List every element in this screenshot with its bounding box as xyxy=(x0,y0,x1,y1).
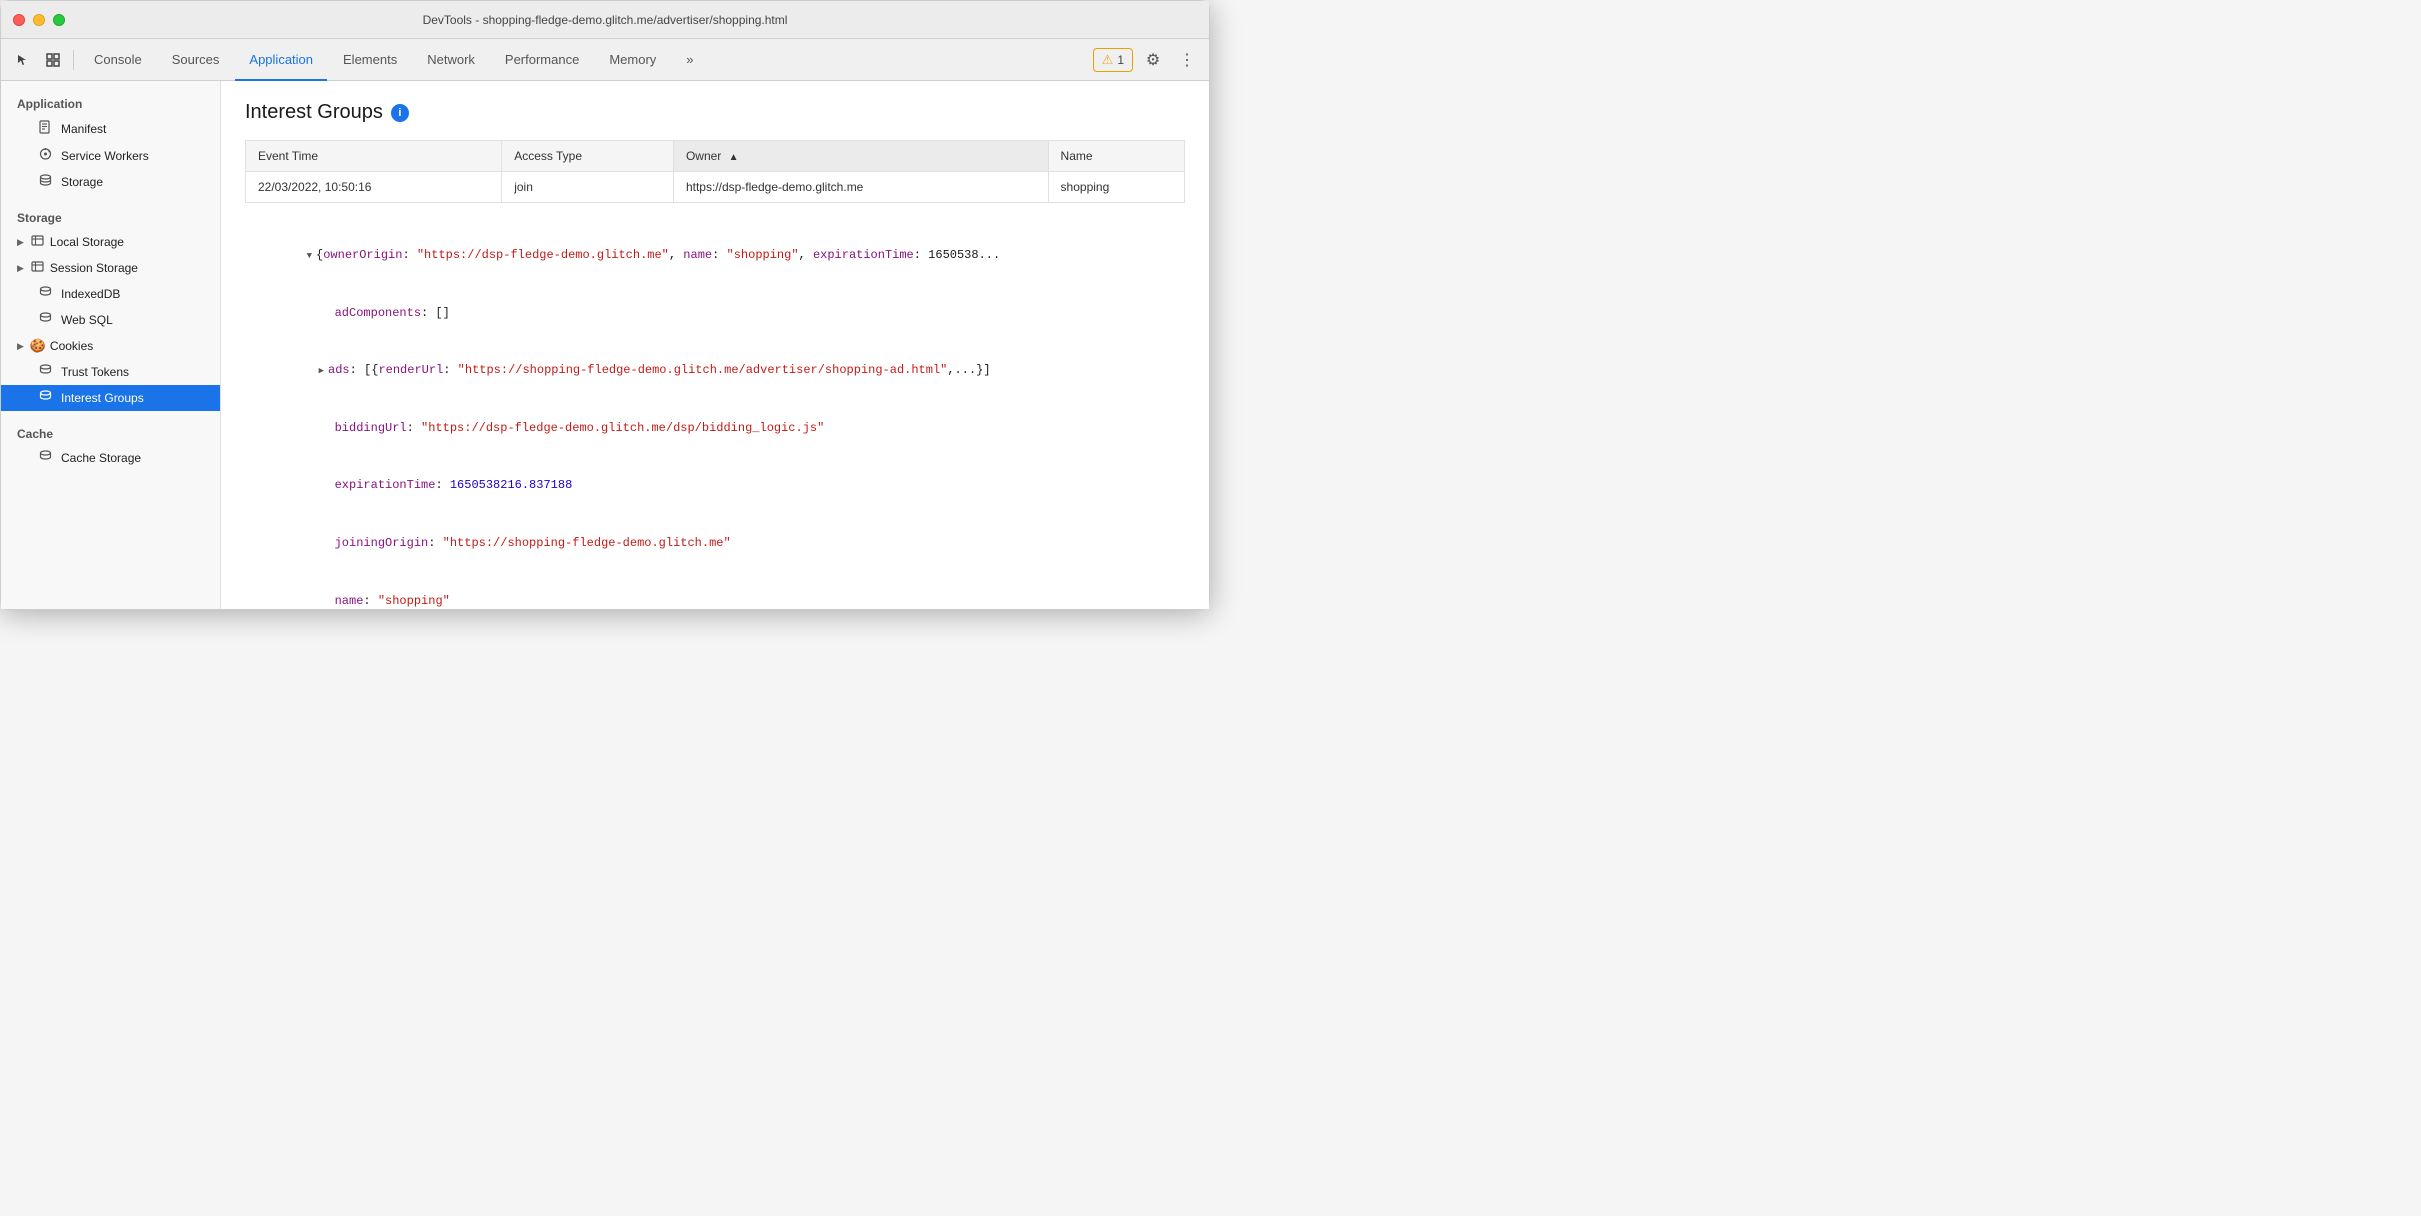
expand-root-triangle[interactable]: ▼ xyxy=(307,251,312,261)
json-line-6: joiningOrigin: "https://shopping-fledge-… xyxy=(245,515,1185,573)
storage-label: Storage xyxy=(61,175,103,189)
cell-owner: https://dsp-fledge-demo.glitch.me xyxy=(673,172,1048,203)
json-line-1: ▼{ownerOrigin: "https://dsp-fledge-demo.… xyxy=(245,227,1185,285)
interest-groups-icon xyxy=(37,390,53,406)
cursor-icon-button[interactable] xyxy=(9,46,37,74)
warning-badge[interactable]: ⚠ 1 xyxy=(1093,48,1133,72)
service-workers-label: Service Workers xyxy=(61,149,149,163)
sidebar-item-indexeddb[interactable]: IndexedDB xyxy=(1,281,220,307)
local-storage-icon xyxy=(30,234,46,250)
tab-more[interactable]: » xyxy=(672,39,707,81)
expand-session-storage-arrow: ▶ xyxy=(17,263,24,274)
sidebar-item-interest-groups[interactable]: Interest Groups xyxy=(1,385,220,411)
close-button[interactable] xyxy=(13,14,25,26)
sidebar-item-trust-tokens[interactable]: Trust Tokens xyxy=(1,359,220,385)
tab-performance[interactable]: Performance xyxy=(491,39,593,81)
sidebar-item-service-workers[interactable]: Service Workers xyxy=(1,142,220,169)
tab-network[interactable]: Network xyxy=(413,39,489,81)
main-layout: Application Manifest xyxy=(1,81,1209,609)
content-area: Interest Groups i Event Time Access Type… xyxy=(221,81,1209,609)
json-detail-viewer: ▼{ownerOrigin: "https://dsp-fledge-demo.… xyxy=(245,219,1185,609)
expand-cookies-arrow: ▶ xyxy=(17,341,24,352)
json-line-5: expirationTime: 1650538216.837188 xyxy=(245,457,1185,515)
json-line-3: ▶ads: [{renderUrl: "https://shopping-fle… xyxy=(245,342,1185,400)
toolbar-divider xyxy=(73,50,74,70)
sidebar-item-manifest[interactable]: Manifest xyxy=(1,115,220,142)
warning-icon: ⚠ xyxy=(1102,52,1114,68)
web-sql-icon xyxy=(37,312,53,328)
minimize-button[interactable] xyxy=(33,14,45,26)
session-storage-icon xyxy=(30,260,46,276)
json-line-7: name: "shopping" xyxy=(245,572,1185,609)
content-title: Interest Groups i xyxy=(245,101,1185,124)
settings-button[interactable]: ⚙ xyxy=(1139,46,1167,74)
indexeddb-label: IndexedDB xyxy=(61,287,120,301)
sidebar-section-storage: Storage xyxy=(1,203,220,229)
interest-groups-table: Event Time Access Type Owner ▲ Name xyxy=(245,140,1185,203)
sidebar-item-storage[interactable]: Storage xyxy=(1,169,220,195)
sidebar: Application Manifest xyxy=(1,81,221,609)
info-icon[interactable]: i xyxy=(391,104,409,122)
expand-local-storage-arrow: ▶ xyxy=(17,237,24,248)
storage-icon xyxy=(37,174,53,190)
indexeddb-icon xyxy=(37,286,53,302)
traffic-lights xyxy=(13,14,65,26)
json-line-4: biddingUrl: "https://dsp-fledge-demo.gli… xyxy=(245,400,1185,458)
web-sql-label: Web SQL xyxy=(61,313,113,327)
page-title: Interest Groups xyxy=(245,101,383,124)
tab-application[interactable]: Application xyxy=(235,39,327,81)
inspect-icon-button[interactable] xyxy=(39,46,67,74)
cookies-label: Cookies xyxy=(50,339,93,353)
toolbar: Console Sources Application Elements Net… xyxy=(1,39,1209,81)
col-name[interactable]: Name xyxy=(1048,141,1184,172)
trust-tokens-icon xyxy=(37,364,53,380)
cell-event-time: 22/03/2022, 10:50:16 xyxy=(246,172,502,203)
tab-console[interactable]: Console xyxy=(80,39,156,81)
cell-access-type: join xyxy=(502,172,674,203)
sidebar-item-cookies[interactable]: ▶ 🍪 Cookies xyxy=(1,333,220,359)
local-storage-label: Local Storage xyxy=(50,235,124,249)
sidebar-section-application: Application xyxy=(1,89,220,115)
table-row[interactable]: 22/03/2022, 10:50:16 join https://dsp-fl… xyxy=(246,172,1185,203)
maximize-button[interactable] xyxy=(53,14,65,26)
col-event-time[interactable]: Event Time xyxy=(246,141,502,172)
col-owner[interactable]: Owner ▲ xyxy=(673,141,1048,172)
trust-tokens-label: Trust Tokens xyxy=(61,365,129,379)
tab-elements[interactable]: Elements xyxy=(329,39,411,81)
cell-name: shopping xyxy=(1048,172,1184,203)
sidebar-item-cache-storage[interactable]: Cache Storage xyxy=(1,445,220,471)
manifest-icon xyxy=(37,120,53,137)
more-options-button[interactable]: ⋮ xyxy=(1173,46,1201,74)
col-access-type[interactable]: Access Type xyxy=(502,141,674,172)
manifest-label: Manifest xyxy=(61,122,106,136)
cookies-icon: 🍪 xyxy=(30,338,46,354)
sidebar-item-local-storage[interactable]: ▶ Local Storage xyxy=(1,229,220,255)
sort-arrow-icon: ▲ xyxy=(729,152,739,163)
cache-storage-icon xyxy=(37,450,53,466)
cache-storage-label: Cache Storage xyxy=(61,451,141,465)
sidebar-item-web-sql[interactable]: Web SQL xyxy=(1,307,220,333)
toolbar-right: ⚠ 1 ⚙ ⋮ xyxy=(1093,46,1201,74)
sidebar-section-cache: Cache xyxy=(1,419,220,445)
json-line-2: adComponents: [] xyxy=(245,285,1185,343)
expand-ads-triangle[interactable]: ▶ xyxy=(319,366,324,376)
tab-memory[interactable]: Memory xyxy=(595,39,670,81)
sidebar-item-session-storage[interactable]: ▶ Session Storage xyxy=(1,255,220,281)
service-workers-icon xyxy=(37,147,53,164)
titlebar: DevTools - shopping-fledge-demo.glitch.m… xyxy=(1,1,1209,39)
interest-groups-label: Interest Groups xyxy=(61,391,144,405)
tab-sources[interactable]: Sources xyxy=(158,39,234,81)
window-title: DevTools - shopping-fledge-demo.glitch.m… xyxy=(423,13,788,27)
session-storage-label: Session Storage xyxy=(50,261,138,275)
warning-count: 1 xyxy=(1117,53,1124,67)
